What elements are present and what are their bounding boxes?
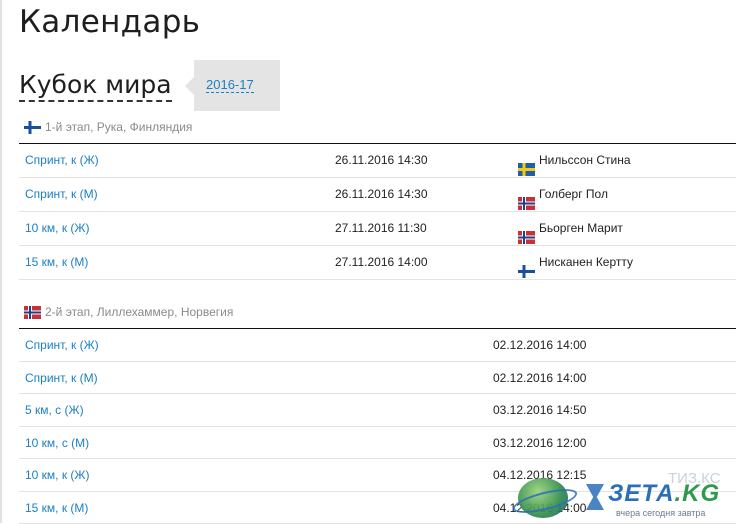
stage-1-table: Спринт, к (Ж) 26.11.2016 14:30 Нильссон … (19, 143, 736, 280)
table-row: 10 км, к (Ж) 27.11.2016 11:30 Бьорген Ма… (19, 212, 736, 246)
event-link[interactable]: Спринт, к (Ж) (25, 338, 99, 352)
stage-header-2: 2-й этап, Лиллехаммер, Норвегия (24, 304, 233, 320)
winner: Нисканен Кертту (518, 255, 633, 269)
event-link[interactable]: 15 км, к (М) (25, 255, 88, 269)
cup-title[interactable]: Кубок мира (19, 70, 172, 102)
norway-flag-icon (518, 197, 535, 210)
event-link[interactable]: 15 км, к (М) (25, 501, 88, 515)
event-date: 26.11.2016 14:30 (335, 153, 428, 167)
event-link[interactable]: 10 км, к (Ж) (25, 221, 90, 235)
event-link[interactable]: Спринт, к (М) (25, 187, 98, 201)
event-link[interactable]: 10 км, с (М) (25, 436, 89, 450)
event-link[interactable]: Спринт, к (Ж) (25, 153, 99, 167)
winner-name: Голберг Пол (539, 187, 608, 201)
table-row: 15 км, к (М) 04.12.2016 14:00 (19, 492, 736, 524)
season-selector: 2016-17 (194, 60, 280, 111)
table-row: 10 км, к (Ж) 04.12.2016 12:15 (19, 459, 736, 492)
stage-header-1: 1-й этап, Рука, Финляндия (24, 119, 192, 135)
event-date: 02.12.2016 14:00 (493, 371, 586, 385)
event-link[interactable]: 5 км, с (Ж) (25, 403, 84, 417)
winner-name: Нильссон Стина (539, 153, 631, 167)
table-row: Спринт, к (Ж) 02.12.2016 14:00 (19, 329, 736, 362)
table-row: 10 км, с (М) 03.12.2016 12:00 (19, 427, 736, 460)
stage-title: 1-й этап, Рука, Финляндия (45, 120, 192, 134)
winner-name: Нисканен Кертту (539, 255, 633, 269)
winner: Бьорген Марит (518, 221, 623, 235)
stage-2-table: Спринт, к (Ж) 02.12.2016 14:00 Спринт, к… (19, 328, 736, 524)
table-row: 15 км, к (М) 27.11.2016 14:00 Нисканен К… (19, 246, 736, 280)
finland-flag-icon (518, 265, 535, 278)
table-row: Спринт, к (М) 26.11.2016 14:30 Голберг П… (19, 178, 736, 212)
event-date: 26.11.2016 14:30 (335, 187, 428, 201)
event-date: 03.12.2016 14:50 (493, 403, 586, 417)
event-date: 27.11.2016 11:30 (335, 221, 427, 235)
table-row: Спринт, к (Ж) 26.11.2016 14:30 Нильссон … (19, 144, 736, 178)
event-date: 27.11.2016 14:00 (335, 255, 428, 269)
norway-flag-icon (24, 306, 41, 319)
sweden-flag-icon (518, 163, 535, 176)
event-date: 04.12.2016 12:15 (493, 468, 586, 482)
finland-flag-icon (24, 121, 41, 134)
season-link[interactable]: 2016-17 (206, 77, 254, 93)
event-date: 03.12.2016 12:00 (493, 436, 586, 450)
stage-title: 2-й этап, Лиллехаммер, Норвегия (45, 305, 233, 319)
event-link[interactable]: Спринт, к (М) (25, 371, 98, 385)
left-border (0, 0, 2, 523)
winner: Нильссон Стина (518, 153, 631, 167)
norway-flag-icon (518, 231, 535, 244)
winner-name: Бьорген Марит (539, 221, 623, 235)
page-title: Календарь (19, 4, 200, 40)
event-date: 02.12.2016 14:00 (493, 338, 586, 352)
event-link[interactable]: 10 км, к (Ж) (25, 468, 90, 482)
event-date: 04.12.2016 14:00 (493, 501, 586, 515)
winner: Голберг Пол (518, 187, 608, 201)
table-row: Спринт, к (М) 02.12.2016 14:00 (19, 362, 736, 395)
table-row: 5 км, с (Ж) 03.12.2016 14:50 (19, 394, 736, 427)
